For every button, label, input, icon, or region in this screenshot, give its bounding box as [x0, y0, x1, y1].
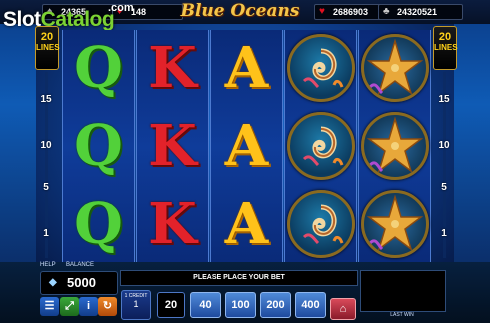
- credit-button[interactable]: 1 CREDIT 1: [121, 290, 151, 320]
- bet-button-200[interactable]: 200: [260, 292, 291, 318]
- lines-badge-left[interactable]: 20 LINES: [35, 26, 60, 70]
- symbol-a: A: [211, 186, 282, 262]
- home-icon: ⌂: [339, 303, 347, 315]
- symbol-k-letter: K: [148, 113, 197, 179]
- reels-area: Q Q Q K K K A A A: [62, 30, 431, 264]
- symbol-starfish: [359, 108, 430, 184]
- line-marker[interactable]: 5: [433, 182, 455, 193]
- heart-icon: ♥: [319, 6, 325, 17]
- current-bet: 20: [157, 292, 185, 318]
- line-marker[interactable]: 15: [35, 94, 57, 105]
- fullscreen-button[interactable]: ⤢: [60, 297, 79, 316]
- lines-indicator-left: 20 LINES 15 10 5 1: [35, 26, 60, 258]
- autoplay-icon: ↻: [102, 300, 113, 312]
- line-marker[interactable]: 15: [433, 94, 455, 105]
- balance-display: ◆ 5000: [40, 271, 118, 295]
- left-backdrop: [0, 0, 36, 262]
- symbol-k: K: [137, 30, 208, 106]
- symbol-a-letter: A: [224, 191, 269, 257]
- line-marker[interactable]: 1: [433, 228, 455, 239]
- nautilus-icon: [286, 34, 355, 102]
- bet-button-40[interactable]: 40: [190, 292, 221, 318]
- reel-2: K K K: [136, 30, 209, 264]
- lines-badge-right[interactable]: 20 LINES: [433, 26, 458, 70]
- balance-value: 5000: [67, 275, 96, 290]
- symbol-starfish: [359, 30, 430, 106]
- line-marker[interactable]: 10: [433, 140, 455, 151]
- jackpot-club: ♣ 24320521: [378, 4, 463, 20]
- symbol-starfish: [359, 186, 430, 262]
- starfish-icon: [360, 112, 429, 180]
- symbol-a: A: [211, 30, 282, 106]
- line-marker[interactable]: 5: [35, 182, 57, 193]
- credit-value: 1: [133, 299, 139, 309]
- status-message: PLEASE PLACE YOUR BET: [120, 270, 358, 286]
- info-button[interactable]: i: [79, 297, 98, 316]
- lines-label: LINES: [434, 43, 458, 52]
- starfish-icon: [360, 34, 429, 102]
- balance-label: BALANCE: [66, 262, 95, 268]
- last-win-label: LAST WIN: [390, 312, 414, 318]
- nautilus-icon: [286, 112, 355, 180]
- gem-icon: ◆: [49, 277, 57, 288]
- jackpot-heart-value: 2686903: [333, 7, 369, 17]
- autoplay-button[interactable]: ↻: [98, 297, 117, 316]
- game-title: Blue Oceans: [180, 1, 300, 21]
- symbol-a: A: [211, 108, 282, 184]
- right-backdrop: [454, 0, 490, 262]
- line-marker[interactable]: 10: [35, 140, 57, 151]
- bet-button-400[interactable]: 400: [295, 292, 326, 318]
- menu-icon: ☰: [44, 300, 55, 312]
- reel-3: A A A: [210, 30, 283, 264]
- fullscreen-icon: ⤢: [65, 300, 74, 312]
- bet-button-100[interactable]: 100: [225, 292, 256, 318]
- help-label[interactable]: HELP: [40, 262, 56, 268]
- line-marker[interactable]: 1: [35, 228, 57, 239]
- symbol-k-letter: K: [148, 35, 197, 101]
- symbol-k-letter: K: [148, 191, 197, 257]
- info-icon: i: [86, 300, 91, 312]
- reel-5: [358, 30, 431, 264]
- symbol-nautilus: [285, 30, 356, 106]
- lines-count: 20: [438, 31, 452, 43]
- symbol-a-letter: A: [224, 113, 269, 179]
- symbol-q-letter: Q: [74, 35, 123, 101]
- symbol-nautilus: [285, 108, 356, 184]
- symbol-q-letter: Q: [74, 113, 123, 179]
- symbol-q: Q: [63, 30, 134, 106]
- symbol-k: K: [137, 186, 208, 262]
- symbol-q: Q: [63, 108, 134, 184]
- home-button[interactable]: ⌂: [330, 298, 356, 320]
- reel-4: [284, 30, 357, 264]
- symbol-a-letter: A: [224, 35, 269, 101]
- lines-indicator-right: 20 LINES 15 10 5 1: [433, 26, 458, 258]
- symbol-nautilus: [285, 186, 356, 262]
- watermark-sub: .com: [108, 2, 134, 14]
- reel-1: Q Q Q: [62, 30, 135, 264]
- starfish-icon: [360, 190, 429, 258]
- menu-button[interactable]: ☰: [40, 297, 59, 316]
- nautilus-icon: [286, 190, 355, 258]
- lines-label: LINES: [36, 43, 60, 52]
- symbol-q-letter: Q: [74, 191, 123, 257]
- win-display: [360, 270, 446, 312]
- symbol-k: K: [137, 108, 208, 184]
- club-icon: ♣: [383, 6, 390, 17]
- jackpot-club-value: 24320521: [397, 7, 438, 17]
- symbol-q: Q: [63, 186, 134, 262]
- lines-count: 20: [40, 31, 54, 43]
